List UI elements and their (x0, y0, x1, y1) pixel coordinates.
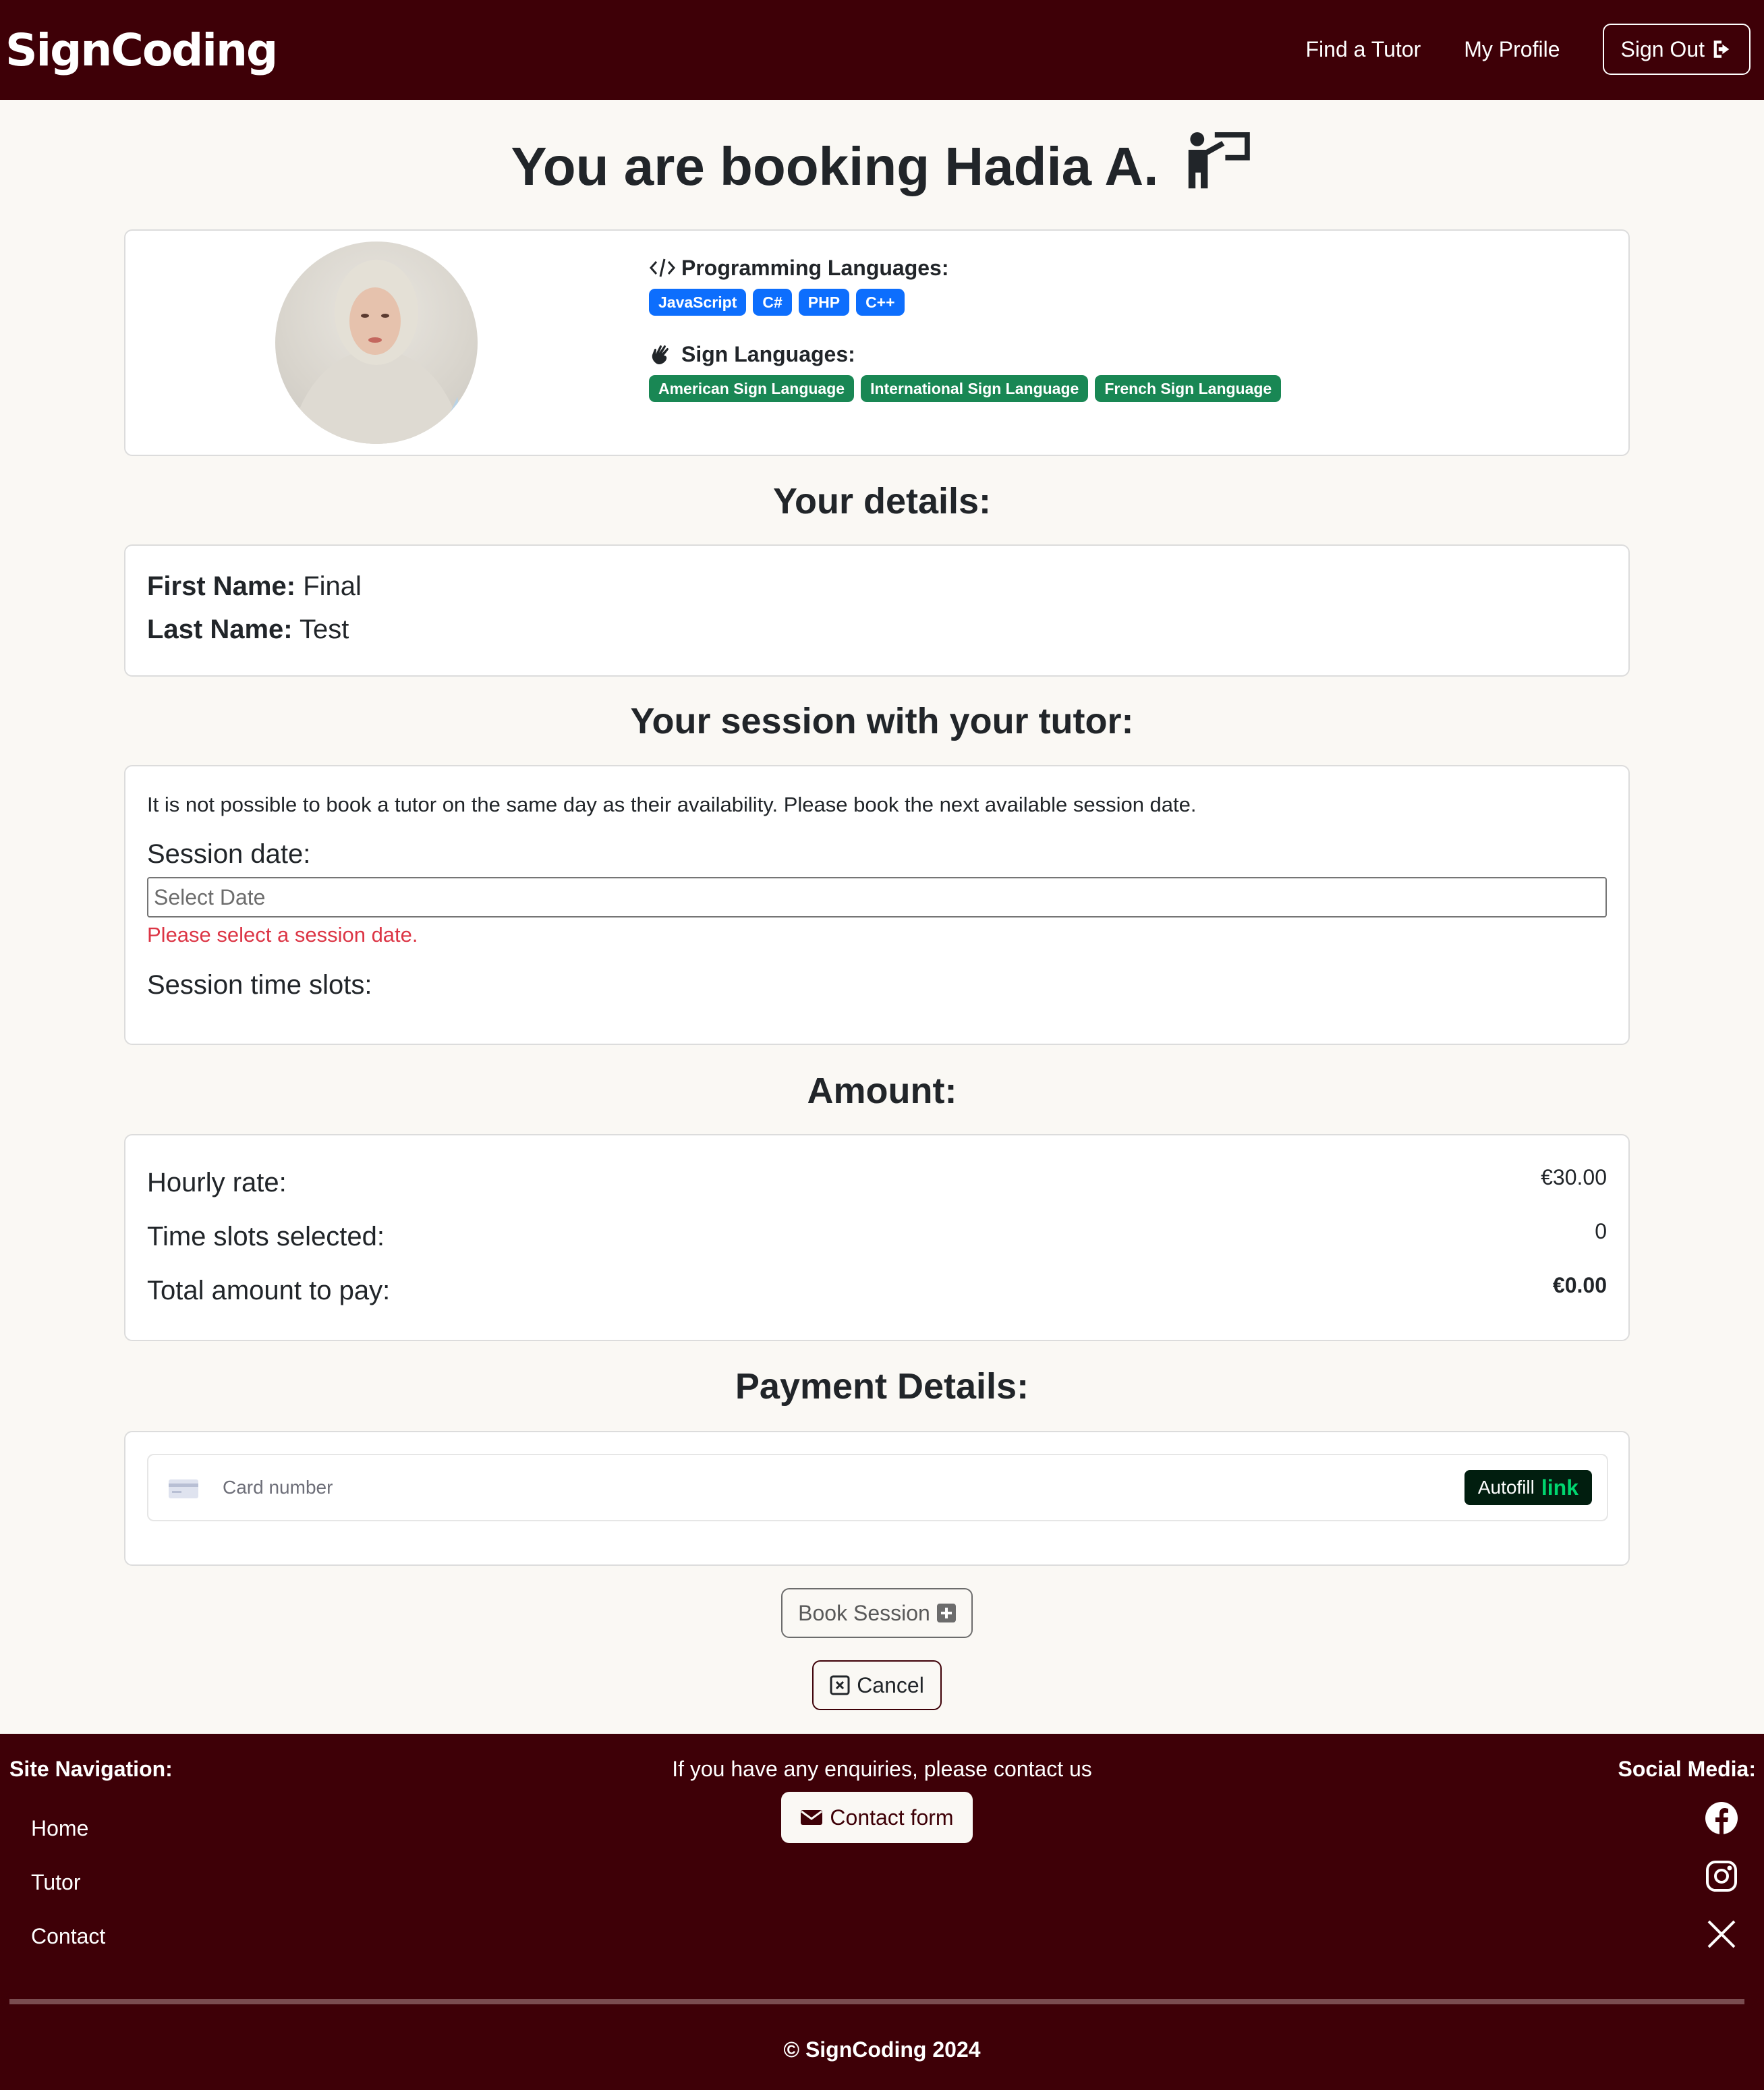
last-name-label: Last Name: (147, 615, 293, 644)
tutor-card: Programming Languages: JavaScript C# PHP… (124, 229, 1630, 456)
amount-heading: Amount: (807, 1071, 957, 1111)
footer-nav: Home Tutor Contact (31, 1801, 105, 1963)
sign-language-badges: American Sign Language International Sig… (649, 375, 1282, 402)
programming-badges: JavaScript C# PHP C++ (649, 289, 1281, 316)
session-card: It is not possible to book a tutor on th… (124, 765, 1630, 1045)
badge-isl: International Sign Language (861, 375, 1089, 402)
session-date-label: Session date: (147, 839, 311, 869)
top-navbar: SignCoding Find a Tutor My Profile Sign … (0, 0, 1764, 100)
cancel-label: Cancel (857, 1672, 924, 1697)
session-time-slots-label: Session time slots: (147, 970, 372, 1000)
book-session-button[interactable]: Book Session (781, 1588, 973, 1638)
x-icon[interactable] (1703, 1916, 1740, 1952)
tutor-info: Programming Languages: JavaScript C# PHP… (649, 254, 1282, 402)
nav-link-my-profile[interactable]: My Profile (1464, 23, 1560, 76)
footer-divider (9, 1999, 1744, 2004)
signout-label: Sign Out (1620, 36, 1705, 61)
copyright-text: © SignCoding 2024 (783, 2037, 981, 2062)
total-value: €0.00 (1552, 1273, 1607, 1297)
session-note: It is not possible to book a tutor on th… (147, 793, 1197, 816)
card-number-field[interactable]: Card number Autofill link (147, 1454, 1608, 1521)
signout-button[interactable]: Sign Out (1603, 24, 1751, 75)
time-slots-label: Time slots selected: (147, 1222, 385, 1251)
first-name-row: First Name: Final (147, 565, 1607, 608)
cancel-button[interactable]: Cancel (812, 1660, 942, 1710)
book-session-label: Book Session (798, 1600, 930, 1625)
first-name-label: First Name: (147, 571, 296, 601)
session-date-input[interactable] (147, 877, 1607, 917)
badge-php: PHP (798, 289, 850, 316)
badge-javascript: JavaScript (649, 289, 747, 316)
details-heading: Your details: (772, 481, 992, 521)
amount-card: Hourly rate: €30.00 Time slots selected:… (124, 1134, 1630, 1341)
time-slots-row: Time slots selected: 0 (147, 1216, 1607, 1257)
footer-link-tutor[interactable]: Tutor (31, 1855, 105, 1909)
tutor-avatar (275, 242, 478, 444)
sign-languages-label: Sign Languages: (649, 340, 1281, 368)
badge-asl: American Sign Language (649, 375, 855, 402)
plus-square-icon (936, 1604, 956, 1622)
enquiry-text: If you have any enquiries, please contac… (672, 1757, 1092, 1781)
credit-card-icon (169, 1479, 198, 1498)
x-square-icon (830, 1675, 850, 1695)
total-row: Total amount to pay: €0.00 (147, 1270, 1607, 1311)
programming-languages-label: Programming Languages: (649, 254, 1281, 282)
details-card: First Name: Final Last Name: Test (124, 544, 1630, 677)
contact-form-button[interactable]: Contact form (781, 1792, 973, 1843)
first-name-value: Final (303, 571, 362, 601)
payment-card: Card number Autofill link (124, 1431, 1630, 1566)
hourly-rate-row: Hourly rate: €30.00 (147, 1162, 1607, 1203)
page-title: You are booking Hadia A. (0, 128, 1764, 204)
hourly-rate-label: Hourly rate: (147, 1168, 287, 1197)
envelope-icon (801, 1810, 823, 1825)
last-name-value: Test (300, 615, 349, 644)
sign-out-icon (1713, 40, 1730, 58)
badge-fsl: French Sign Language (1095, 375, 1282, 402)
brand-logo[interactable]: SignCoding (5, 22, 278, 80)
badge-cpp: C++ (856, 289, 905, 316)
footer-link-contact[interactable]: Contact (31, 1909, 105, 1963)
nav-links: Find a Tutor My Profile Sign Out (1305, 23, 1751, 76)
site-footer: Site Navigation: Home Tutor Contact If y… (0, 1734, 1764, 2090)
autofill-label: Autofill (1477, 1477, 1535, 1498)
badge-csharp: C# (753, 289, 792, 316)
payment-heading: Payment Details: (735, 1366, 1029, 1407)
hourly-rate-value: €30.00 (1541, 1165, 1607, 1189)
last-name-row: Last Name: Test (147, 608, 1607, 651)
autofill-link-logo: link (1541, 1475, 1578, 1500)
session-date-error: Please select a session date. (147, 923, 418, 947)
card-number-placeholder: Card number (223, 1477, 333, 1498)
nav-link-find-tutor[interactable]: Find a Tutor (1305, 23, 1421, 76)
facebook-icon[interactable] (1703, 1800, 1740, 1836)
session-heading: Your session with your tutor: (630, 701, 1134, 741)
time-slots-value: 0 (1595, 1219, 1607, 1243)
total-label: Total amount to pay: (147, 1276, 391, 1305)
sign-hand-icon (652, 345, 668, 364)
social-media-heading: Social Media: (1618, 1757, 1757, 1781)
autofill-link-button[interactable]: Autofill link (1464, 1470, 1592, 1505)
teacher-board-icon (1188, 132, 1250, 189)
footer-link-home[interactable]: Home (31, 1801, 105, 1855)
instagram-icon[interactable] (1703, 1858, 1740, 1894)
contact-form-label: Contact form (830, 1805, 954, 1830)
page-title-text: You are booking Hadia A. (511, 136, 1159, 196)
code-icon (649, 258, 676, 277)
